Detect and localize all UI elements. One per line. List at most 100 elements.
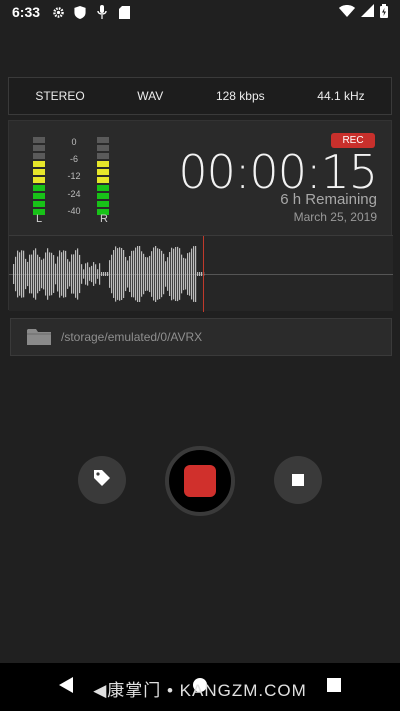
channels-label: STEREO <box>35 89 85 103</box>
scale-tick: -12 <box>67 171 81 182</box>
meter-segment <box>33 177 45 183</box>
meter-segment <box>33 201 45 207</box>
gear-icon <box>50 4 66 20</box>
meter-segment <box>97 153 109 159</box>
waveform-bar <box>109 260 111 288</box>
waveform-bar <box>47 248 49 300</box>
waveform-bar <box>131 250 133 298</box>
waveform-bar <box>73 254 75 294</box>
waveform-bar <box>199 272 201 276</box>
waveform-bar <box>187 253 189 295</box>
left-channel-label: L <box>36 213 43 225</box>
meter-segment <box>97 185 109 191</box>
back-icon[interactable] <box>59 676 74 698</box>
waveform-bar <box>101 272 103 276</box>
waveform-bar <box>135 247 137 301</box>
level-meters: 0 -6 -12 -24 -40 L R <box>31 137 121 227</box>
meter-segment <box>97 145 109 151</box>
stop-icon <box>292 474 304 486</box>
storage-path: /storage/emulated/0/AVRX <box>61 330 203 344</box>
meter-segment <box>33 193 45 199</box>
waveform-bar <box>17 250 19 298</box>
waveform-bar <box>93 262 95 286</box>
recents-icon[interactable] <box>326 677 341 697</box>
waveform-bar <box>147 257 149 291</box>
waveform-bar <box>81 264 83 284</box>
shield-icon <box>72 4 88 20</box>
waveform-bar <box>133 250 135 298</box>
wifi-icon <box>339 4 355 20</box>
waveform-bar <box>35 248 37 300</box>
scale-tick: -6 <box>69 154 78 165</box>
waveform-bar <box>91 265 93 283</box>
recorder-panel: 0 -6 -12 -24 -40 L R REC 00:00:15 6 h Re… <box>8 120 393 312</box>
home-icon[interactable] <box>192 677 208 698</box>
waveform-bar <box>51 252 53 296</box>
remaining-time: 6 h Remaining <box>280 191 377 208</box>
stop-button[interactable] <box>274 456 322 504</box>
sd-card-icon <box>116 4 132 20</box>
meter-segment <box>97 201 109 207</box>
waveform-bar <box>183 257 185 291</box>
meter-segment <box>97 169 109 175</box>
waveform-bar <box>169 252 171 296</box>
waveform-bar <box>65 250 67 298</box>
waveform-bar <box>119 247 121 301</box>
waveform-bar <box>57 256 59 292</box>
waveform-bar <box>197 272 199 276</box>
codec-label: WAV <box>137 89 164 103</box>
bitrate-label: 128 kbps <box>215 89 265 103</box>
waveform-bar <box>61 252 63 296</box>
waveform-bar <box>185 258 187 290</box>
waveform-bar <box>71 254 73 294</box>
folder-icon <box>27 328 51 346</box>
mic-icon <box>94 4 110 20</box>
tag-button[interactable] <box>78 456 126 504</box>
recording-date: March 25, 2019 <box>293 210 377 224</box>
waveform-bar <box>173 248 175 300</box>
waveform-bar <box>165 261 167 287</box>
waveform-bar <box>107 272 109 276</box>
meter-segment <box>33 137 45 143</box>
waveform-bar <box>49 252 51 296</box>
meter-segment <box>33 145 45 151</box>
waveform-view[interactable] <box>9 235 393 312</box>
waveform-bar <box>137 246 139 302</box>
waveform-bar <box>63 250 65 298</box>
waveform-bar <box>193 246 195 302</box>
meter-segment <box>97 161 109 167</box>
waveform-bar <box>43 258 45 290</box>
storage-path-bar[interactable]: /storage/emulated/0/AVRX <box>10 318 392 356</box>
waveform-bar <box>67 259 69 289</box>
waveform-bar <box>83 269 85 279</box>
format-bar[interactable]: STEREO WAV 128 kbps 44.1 kHz <box>8 77 392 115</box>
waveform-bar <box>171 247 173 301</box>
playhead <box>203 236 204 312</box>
waveform-bar <box>163 253 165 295</box>
waveform-bar <box>15 256 17 292</box>
tag-icon <box>92 468 112 493</box>
right-channel-label: R <box>100 213 108 225</box>
status-right <box>339 3 388 21</box>
samplerate-label: 44.1 kHz <box>317 89 365 103</box>
waveform-bar <box>149 255 151 293</box>
waveform-bar <box>127 260 129 288</box>
waveform-bar <box>33 250 35 298</box>
waveform-bar <box>25 258 27 290</box>
meter-segment <box>97 137 109 143</box>
waveform-bar <box>161 250 163 298</box>
waveform-bar <box>79 254 81 294</box>
left-level-meter <box>33 137 45 217</box>
waveform-bar <box>121 248 123 300</box>
record-button[interactable] <box>165 446 235 516</box>
waveform <box>13 246 205 302</box>
right-level-meter <box>97 137 109 217</box>
meter-segment <box>97 177 109 183</box>
waveform-bar <box>115 246 117 302</box>
waveform-bar <box>141 251 143 297</box>
waveform-bar <box>45 252 47 296</box>
waveform-bar <box>99 263 101 285</box>
waveform-bar <box>85 263 87 285</box>
waveform-bar <box>95 264 97 284</box>
waveform-bar <box>105 272 107 276</box>
